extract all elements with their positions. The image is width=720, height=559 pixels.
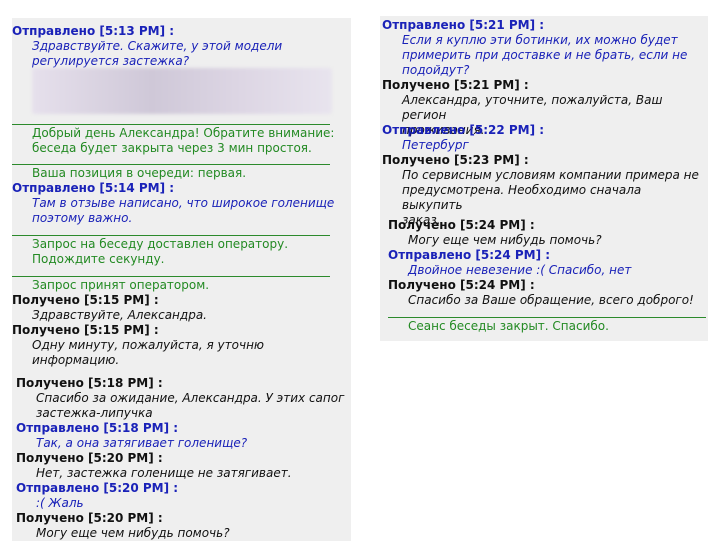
- message-line: Спасибо за ожидание, Александра. У этих …: [36, 391, 345, 405]
- message-body: Нет, застежка голенище не затягивает.: [16, 466, 351, 481]
- system-line: Ваша позиция в очереди: первая.: [32, 166, 247, 180]
- message-line: Одну минуту, пожалуйста, я уточню: [32, 338, 265, 352]
- chat-message-sent: Отправлено [5:20 PM] : :( Жаль: [16, 481, 351, 511]
- message-line: предусмотрена. Необходимо сначала выкупи…: [402, 183, 642, 212]
- message-body: Там в отзыве написано, что широкое голен…: [12, 196, 351, 226]
- message-line: Двойное невезение :( Спасибо, нет: [408, 263, 632, 277]
- message-header: Отправлено [5:21 PM] :: [382, 18, 545, 32]
- divider: [12, 235, 330, 236]
- divider: [12, 164, 330, 165]
- chat-message-received: Получено [5:24 PM] : Могу еще чем нибудь…: [388, 218, 708, 248]
- message-line: Александра, уточните, пожалуйста, Ваш ре…: [402, 93, 663, 122]
- message-line: поэтому важно.: [32, 211, 133, 225]
- message-body: Могу еще чем нибудь помочь?: [388, 233, 708, 248]
- message-header: Отправлено [5:14 PM] :: [12, 181, 175, 195]
- message-header: Получено [5:20 PM] :: [16, 511, 163, 525]
- message-body: Петербург: [382, 138, 708, 153]
- redacted-text: [32, 68, 332, 114]
- chat-message-received: Получено [5:24 PM] : Спасибо за Ваше обр…: [388, 278, 708, 308]
- chat-transcript-left: Отправлено [5:13 PM] : Здравствуйте. Ска…: [12, 18, 351, 541]
- message-body: Спасибо за ожидание, Александра. У этих …: [16, 391, 351, 421]
- chat-message-received: Получено [5:23 PM] : По сервисным услови…: [382, 153, 708, 228]
- message-header: Получено [5:24 PM] :: [388, 218, 535, 232]
- message-line: застежка-липучка: [36, 406, 153, 420]
- chat-message-received: Получено [5:20 PM] : Могу еще чем нибудь…: [16, 511, 351, 541]
- chat-message-sent: Отправлено [5:22 PM] : Петербург: [382, 123, 708, 153]
- chat-message-sent: Отправлено [5:24 PM] : Двойное невезение…: [388, 248, 708, 278]
- message-header: Получено [5:24 PM] :: [388, 278, 535, 292]
- message-body: Одну минуту, пожалуйста, я уточню информ…: [12, 338, 351, 368]
- message-header: Отправлено [5:24 PM] :: [388, 248, 551, 262]
- chat-message-sent: Отправлено [5:18 PM] : Так, а она затяги…: [16, 421, 351, 451]
- system-line: Сеанс беседы закрыт. Спасибо.: [408, 319, 609, 333]
- message-line: :( Жаль: [36, 496, 84, 510]
- chat-message-sent: Отправлено [5:14 PM] : Там в отзыве напи…: [12, 181, 351, 226]
- system-line: Добрый день Александра! Обратите внимани…: [32, 126, 335, 140]
- message-header: Отправлено [5:20 PM] :: [16, 481, 179, 495]
- chat-message-sent: Отправлено [5:21 PM] : Если я куплю эти …: [382, 18, 708, 78]
- message-body: Спасибо за Ваше обращение, всего доброго…: [388, 293, 708, 308]
- divider: [388, 317, 706, 318]
- message-line: информацию.: [32, 353, 120, 367]
- message-line: Петербург: [402, 138, 469, 152]
- message-line: Так, а она затягивает голенище?: [36, 436, 248, 450]
- chat-message-received: Получено [5:20 PM] : Нет, застежка голен…: [16, 451, 351, 481]
- chat-message-sent: Отправлено [5:13 PM] : Здравствуйте. Ска…: [12, 24, 351, 69]
- message-body: Двойное невезение :( Спасибо, нет: [388, 263, 708, 278]
- message-line: По сервисным условиям компании примера н…: [402, 168, 699, 182]
- system-message: Ваша позиция в очереди: первая.: [12, 166, 351, 181]
- message-line: Если я куплю эти ботинки, их можно будет: [402, 33, 678, 47]
- message-header: Отправлено [5:18 PM] :: [16, 421, 179, 435]
- chat-message-received: Получено [5:15 PM] : Одну минуту, пожалу…: [12, 323, 351, 368]
- message-header: Получено [5:15 PM] :: [12, 293, 159, 307]
- message-line: Здравствуйте, Александра.: [32, 308, 207, 322]
- message-line: Здравствуйте. Скажите, у этой модели: [32, 39, 283, 53]
- message-line: Могу еще чем нибудь помочь?: [36, 526, 230, 540]
- message-header: Получено [5:18 PM] :: [16, 376, 163, 390]
- message-line: Спасибо за Ваше обращение, всего доброго…: [408, 293, 694, 307]
- system-line: Подождите секунду.: [32, 252, 165, 266]
- divider: [12, 276, 330, 277]
- message-line: регулируется застежка?: [32, 54, 190, 68]
- message-header: Отправлено [5:22 PM] :: [382, 123, 545, 137]
- message-line: примерить при доставке и не брать, если …: [402, 48, 688, 62]
- message-header: Получено [5:21 PM] :: [382, 78, 529, 92]
- message-header: Получено [5:20 PM] :: [16, 451, 163, 465]
- message-body: :( Жаль: [16, 496, 351, 511]
- message-line: Нет, застежка голенище не затягивает.: [36, 466, 292, 480]
- message-body: Так, а она затягивает голенище?: [16, 436, 351, 451]
- system-message: Добрый день Александра! Обратите внимани…: [12, 126, 351, 156]
- system-message: Запрос на беседу доставлен оператору. По…: [12, 237, 351, 267]
- chat-transcript-right: Отправлено [5:21 PM] : Если я куплю эти …: [380, 16, 708, 341]
- message-line: Могу еще чем нибудь помочь?: [408, 233, 602, 247]
- system-message: Сеанс беседы закрыт. Спасибо.: [388, 319, 708, 334]
- message-header: Получено [5:15 PM] :: [12, 323, 159, 337]
- message-line: Там в отзыве написано, что широкое голен…: [32, 196, 335, 210]
- message-body: Могу еще чем нибудь помочь?: [16, 526, 351, 541]
- system-line: Запрос на беседу доставлен оператору.: [32, 237, 289, 251]
- message-header: Отправлено [5:13 PM] :: [12, 24, 175, 38]
- message-body: Если я куплю эти ботинки, их можно будет…: [382, 33, 708, 78]
- message-body: Здравствуйте, Александра.: [12, 308, 351, 323]
- chat-message-received: Получено [5:15 PM] : Здравствуйте, Алекс…: [12, 293, 351, 323]
- system-line: беседа будет закрыта через 3 мин простоя…: [32, 141, 312, 155]
- system-message: Запрос принят оператором.: [12, 278, 351, 293]
- message-line: подойдут?: [402, 63, 470, 77]
- message-body: Здравствуйте. Скажите, у этой модели рег…: [12, 39, 351, 69]
- chat-message-received: Получено [5:18 PM] : Спасибо за ожидание…: [16, 376, 351, 421]
- system-line: Запрос принят оператором.: [32, 278, 210, 292]
- divider: [12, 124, 330, 125]
- message-header: Получено [5:23 PM] :: [382, 153, 529, 167]
